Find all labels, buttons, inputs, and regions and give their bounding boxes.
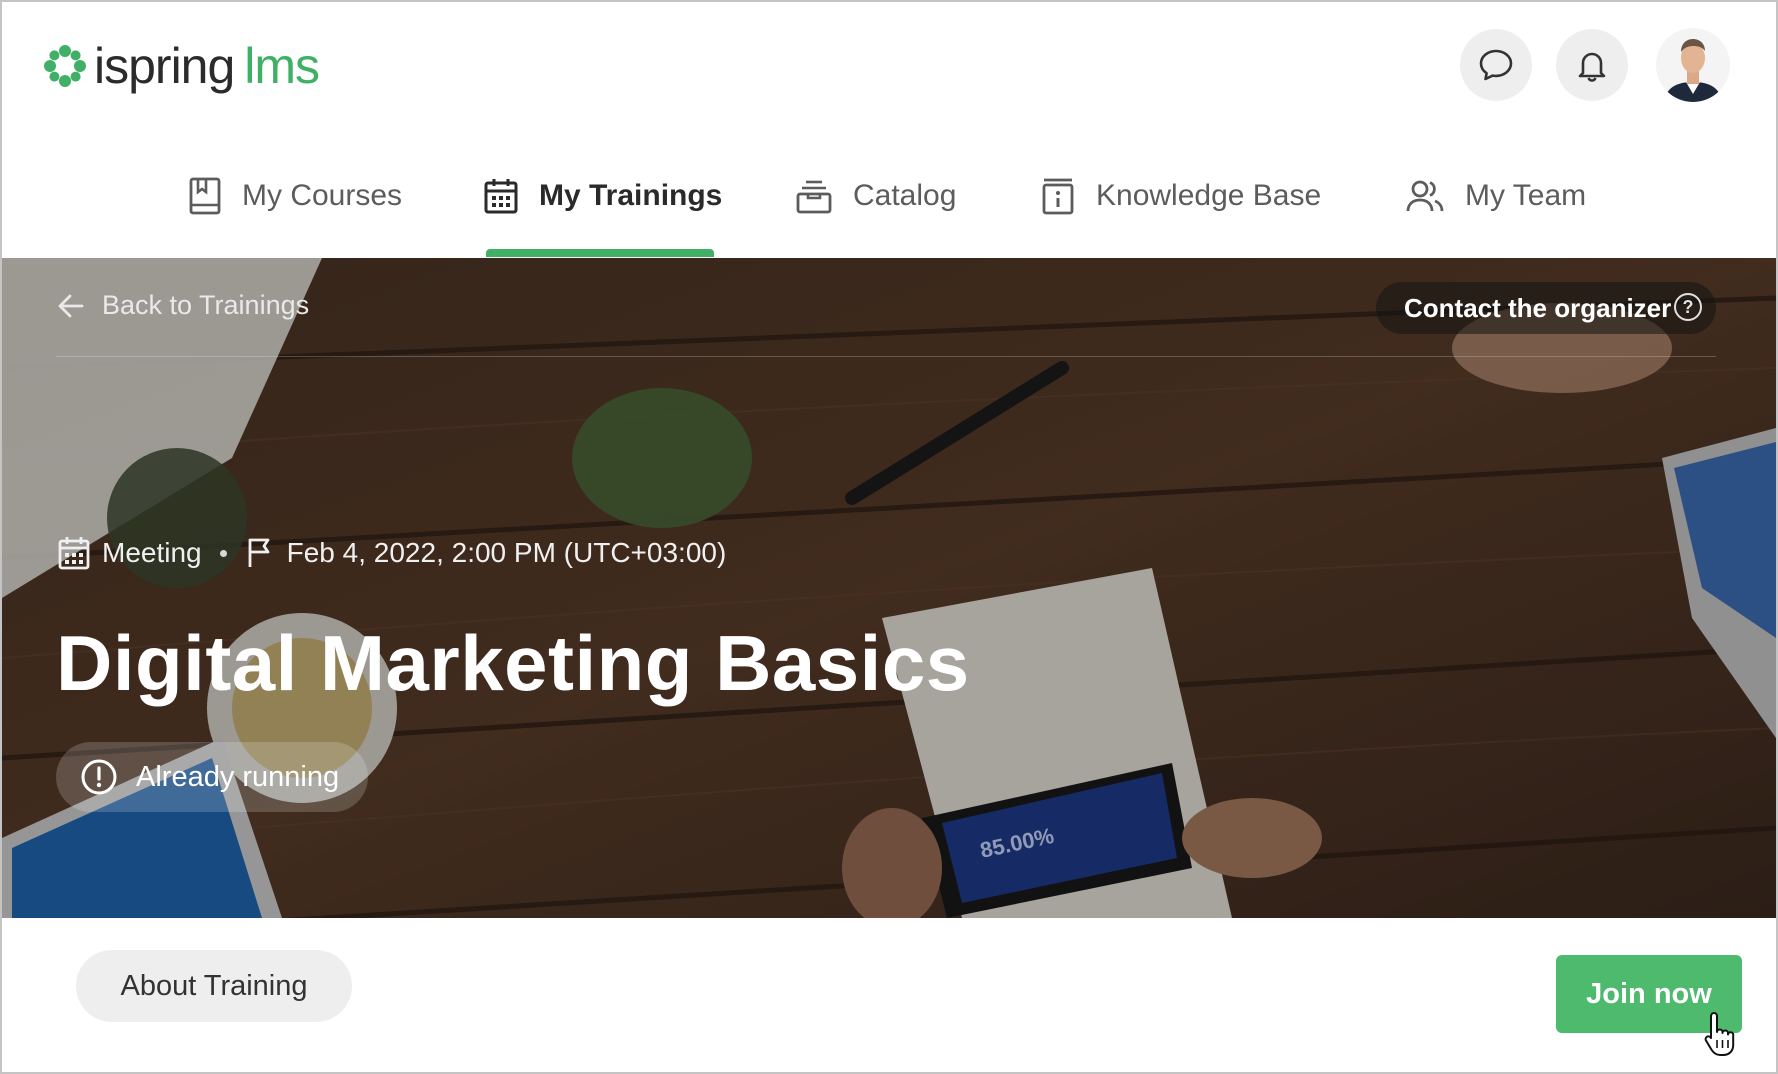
notifications-button[interactable] [1556,29,1628,101]
training-title: Digital Marketing Basics [56,619,970,707]
active-tab-indicator [486,249,714,257]
hero-background-image: 85.00% [2,258,1776,918]
nav-label: My Trainings [539,179,723,212]
chat-bubble-icon [1479,49,1513,81]
nav-label: My Courses [242,179,403,212]
nav-knowledge-base[interactable]: Knowledge Base [1040,170,1321,222]
nav-label: Knowledge Base [1096,179,1322,212]
back-to-trainings-link[interactable]: Back to Trainings [56,290,309,321]
contact-label: Contact the organizer [1404,292,1672,323]
help-icon[interactable]: ? [1674,293,1702,321]
nav-label: Catalog [853,179,957,212]
team-icon [1406,180,1444,212]
calendar-icon [58,537,90,570]
flag-icon [248,538,270,567]
chat-button[interactable] [1460,29,1532,101]
hero-divider [56,356,1716,357]
nav-my-team[interactable]: My Team [1405,170,1586,222]
bell-icon [1578,52,1606,82]
meta-separator [219,549,227,557]
training-meta: Meeting Feb 4, 2022, 2:00 PM (UTC+03:00) [58,536,726,570]
arrow-left-icon [58,294,84,317]
app-logo[interactable]: ispring lms [42,38,320,94]
book-icon [189,177,221,215]
main-navigation: My Courses My Trainings Catalog Knowledg… [0,160,1778,260]
contact-organizer-button[interactable]: Contact the organizer ? [1376,282,1716,334]
hand-cursor-icon [1704,1012,1735,1056]
ispring-logo-icon [44,45,86,87]
user-avatar[interactable] [1656,28,1730,102]
logo-text: ispring lms [94,38,320,94]
status-label: Already running [136,760,340,793]
training-hero-banner: 85.00% [2,258,1776,918]
catalog-icon [796,180,832,214]
about-training-tab[interactable]: About Training [76,950,352,1022]
nav-my-courses[interactable]: My Courses [188,170,402,222]
knowledge-base-icon [1042,178,1074,215]
info-circle-icon [81,759,117,795]
logo-secondary: lms [244,38,320,94]
calendar-icon [484,179,518,214]
nav-catalog[interactable]: Catalog [795,170,956,222]
back-label: Back to Trainings [102,290,310,320]
nav-my-trainings[interactable]: My Trainings [483,170,722,222]
training-datetime: Feb 4, 2022, 2:00 PM (UTC+03:00) [286,537,727,568]
logo-primary: ispring [94,38,235,94]
training-type: Meeting [102,537,202,568]
nav-label: My Team [1465,179,1587,212]
avatar-image [1656,28,1730,102]
status-badge: Already running [56,742,368,812]
